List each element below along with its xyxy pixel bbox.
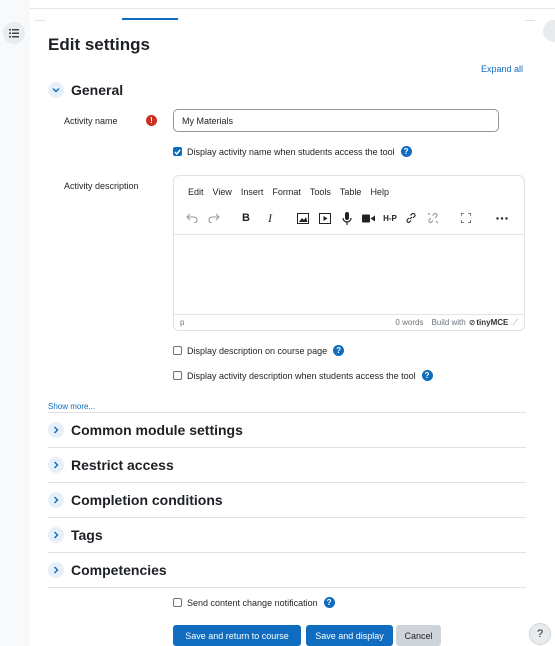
editor-statusbar: p 0 words Build with ⊘ tinyMCE ⟋: [174, 314, 524, 330]
display-name-row: Display activity name when students acce…: [173, 146, 412, 157]
help-icon[interactable]: ?: [323, 597, 335, 608]
chevron-right-icon: [48, 422, 64, 438]
section-title: General: [71, 82, 124, 98]
expand-all-link[interactable]: Expand all: [481, 64, 523, 74]
tab-divider: [35, 20, 45, 21]
active-tab-indicator: [122, 18, 178, 20]
help-icon[interactable]: ?: [421, 370, 433, 381]
send-notification-checkbox[interactable]: [173, 598, 182, 607]
microphone-icon[interactable]: [337, 206, 357, 230]
left-drawer-rail: [0, 0, 30, 646]
section-completion-header[interactable]: Completion conditions: [48, 492, 223, 508]
section-divider: [48, 552, 526, 553]
section-title: Completion conditions: [71, 492, 223, 508]
activity-name-label: Activity name: [64, 116, 118, 126]
display-name-label: Display activity name when students acce…: [187, 146, 395, 157]
video-camera-icon[interactable]: [358, 206, 378, 230]
display-activity-description-checkbox[interactable]: [173, 371, 182, 380]
section-divider: [48, 412, 526, 413]
show-more-link[interactable]: Show more...: [48, 402, 95, 411]
menu-help[interactable]: Help: [370, 187, 389, 197]
menu-insert[interactable]: Insert: [241, 187, 264, 197]
help-button[interactable]: ?: [529, 623, 551, 645]
activity-name-input[interactable]: [173, 109, 499, 132]
display-activity-description-label: Display activity description when studen…: [187, 370, 416, 381]
chevron-right-icon: [48, 562, 64, 578]
section-tags-header[interactable]: Tags: [48, 527, 103, 543]
section-divider: [48, 447, 526, 448]
bold-button[interactable]: B: [236, 206, 256, 230]
editor-content-area[interactable]: [174, 234, 524, 316]
section-general-header[interactable]: General: [48, 82, 123, 98]
element-path[interactable]: p: [180, 318, 184, 327]
send-notification-label: Send content change notification: [187, 597, 318, 608]
italic-button[interactable]: I: [260, 206, 280, 230]
chevron-right-icon: [48, 527, 64, 543]
section-restrict-access-header[interactable]: Restrict access: [48, 457, 174, 473]
header-divider: [30, 8, 555, 9]
unlink-icon[interactable]: [423, 206, 443, 230]
more-options-icon[interactable]: [492, 206, 512, 230]
redo-icon[interactable]: [204, 206, 224, 230]
chevron-down-icon: [48, 82, 64, 98]
menu-edit[interactable]: Edit: [188, 187, 204, 197]
required-icon: !: [146, 115, 157, 126]
section-divider: [48, 517, 526, 518]
editor-toolbar: B I H-P: [174, 206, 524, 230]
open-block-drawer-button[interactable]: [543, 20, 555, 42]
word-count[interactable]: 0 words: [395, 318, 423, 327]
section-title: Common module settings: [71, 422, 243, 438]
display-description-checkbox[interactable]: [173, 346, 182, 355]
menu-format[interactable]: Format: [272, 187, 301, 197]
list-icon: [9, 28, 19, 37]
h5p-button[interactable]: H-P: [380, 206, 400, 230]
help-icon[interactable]: ?: [333, 345, 345, 356]
section-title: Restrict access: [71, 457, 174, 473]
chevron-right-icon: [48, 492, 64, 508]
image-icon[interactable]: [293, 206, 313, 230]
save-and-return-button[interactable]: Save and return to course: [173, 625, 301, 646]
rich-text-editor: Edit View Insert Format Tools Table Help…: [173, 175, 525, 331]
activity-description-label: Activity description: [64, 181, 139, 191]
link-icon[interactable]: [401, 206, 421, 230]
menu-view[interactable]: View: [213, 187, 232, 197]
undo-icon[interactable]: [182, 206, 202, 230]
display-activity-description-row: Display activity description when studen…: [173, 370, 433, 381]
display-description-label: Display description on course page: [187, 345, 328, 356]
section-competencies-header[interactable]: Competencies: [48, 562, 167, 578]
menu-tools[interactable]: Tools: [310, 187, 331, 197]
tinymce-brand[interactable]: tinyMCE: [476, 318, 508, 327]
section-title: Competencies: [71, 562, 167, 578]
build-with-label: Build with: [431, 318, 466, 327]
chevron-right-icon: [48, 457, 64, 473]
cancel-button[interactable]: Cancel: [396, 625, 441, 646]
tab-divider: [525, 20, 535, 21]
media-icon[interactable]: [315, 206, 335, 230]
display-name-checkbox[interactable]: [173, 147, 182, 156]
section-divider: [48, 482, 526, 483]
open-course-index-button[interactable]: [3, 22, 25, 44]
section-common-module-header[interactable]: Common module settings: [48, 422, 243, 438]
editor-menubar: Edit View Insert Format Tools Table Help: [188, 187, 398, 197]
tinymce-logo-icon: ⊘: [468, 318, 476, 327]
page-title: Edit settings: [48, 35, 151, 54]
section-divider: [48, 587, 526, 588]
resize-handle-icon[interactable]: ⟋: [512, 318, 518, 328]
check-icon: [174, 148, 181, 155]
fullscreen-icon[interactable]: [456, 206, 476, 230]
save-and-display-button[interactable]: Save and display: [306, 625, 393, 646]
section-title: Tags: [71, 527, 103, 543]
send-notification-row: Send content change notification ?: [173, 597, 335, 608]
menu-table[interactable]: Table: [340, 187, 362, 197]
help-icon[interactable]: ?: [400, 146, 412, 157]
display-description-row: Display description on course page ?: [173, 345, 345, 356]
